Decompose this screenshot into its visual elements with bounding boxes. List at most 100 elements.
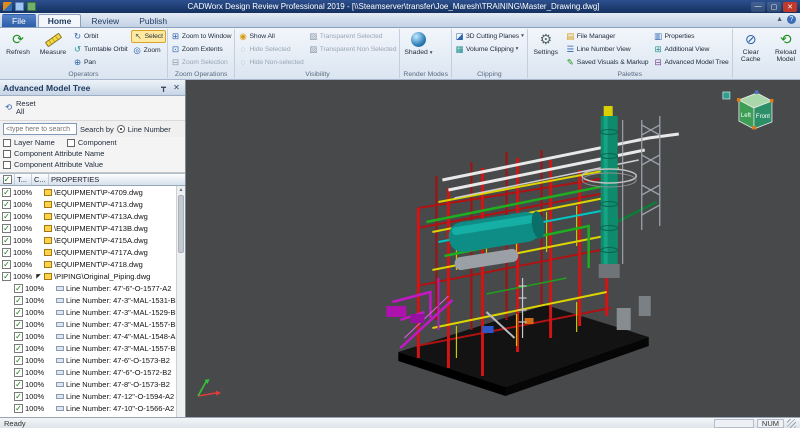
cutting-planes-button[interactable]: ◪ 3D Cutting Planes ▾ — [453, 30, 526, 42]
component-attr-name-checkbox[interactable] — [3, 150, 11, 158]
help-icon[interactable]: ? — [787, 15, 796, 24]
model-tree-row[interactable]: ✓ 100% ◤ \PIPING\Original_Piping.dwg — [0, 270, 176, 282]
row-checkbox[interactable]: ✓ — [14, 380, 23, 389]
model-tree-row[interactable]: ✓ 100% Line Number: 47-10"-O-1566-A2 — [0, 402, 176, 414]
search-input[interactable] — [3, 123, 77, 135]
row-checkbox[interactable]: ✓ — [2, 260, 11, 269]
viewcube-front-label[interactable]: Front — [756, 114, 770, 120]
panel-close-icon[interactable]: ✕ — [171, 83, 182, 92]
tab-file[interactable]: File — [2, 14, 36, 27]
pin-icon[interactable]: ┳ — [158, 83, 169, 92]
row-checkbox[interactable]: ✓ — [2, 200, 11, 209]
component-checkbox[interactable] — [67, 139, 75, 147]
maximize-icon[interactable]: ▢ — [767, 2, 781, 12]
reload-model-button[interactable]: ⟲ Reload Model — [769, 30, 800, 65]
row-percent: 100% — [25, 320, 45, 329]
row-checkbox[interactable]: ✓ — [14, 284, 23, 293]
model-tree-row[interactable]: ✓ 100% \EQUIPMENT\P-4715A.dwg — [0, 234, 176, 246]
layer-name-checkbox[interactable] — [3, 139, 11, 147]
row-checkbox[interactable]: ✓ — [14, 308, 23, 317]
row-checkbox[interactable]: ✓ — [2, 272, 11, 281]
orbit-button[interactable]: ↻ Orbit — [71, 30, 130, 42]
volume-clipping-button[interactable]: ▦ Volume Clipping ▾ — [453, 43, 526, 55]
model-tree-row[interactable]: ✓ 100% Line Number: 47-3"-MAL-1557-B3 — [0, 318, 176, 330]
viewport-3d[interactable]: Left Front — [186, 80, 800, 417]
clear-cache-button[interactable]: ⊘ Clear Cache — [734, 30, 768, 65]
measure-button[interactable]: Measure — [36, 30, 70, 57]
viewcube-left-label[interactable]: Left — [741, 113, 751, 119]
save-icon[interactable] — [15, 2, 24, 11]
component-attr-value-checkbox[interactable] — [3, 161, 11, 169]
turntable-orbit-button[interactable]: ↺ Turntable Orbit — [71, 43, 130, 55]
model-tree-row[interactable]: ✓ 100% Line Number: 47-4"-MAL-1548-A3 — [0, 330, 176, 342]
close-icon[interactable]: ✕ — [783, 2, 797, 12]
row-checkbox[interactable]: ✓ — [2, 212, 11, 221]
model-tree-row[interactable]: ✓ 100% Line Number: 47-3"-MAL-1531-B3 — [0, 294, 176, 306]
model-tree-row[interactable]: ✓ 100% \EQUIPMENT\P-4713.dwg — [0, 198, 176, 210]
pan-button[interactable]: ⊕ Pan — [71, 56, 130, 68]
tab-publish[interactable]: Publish — [129, 14, 177, 27]
row-checkbox[interactable]: ✓ — [2, 248, 11, 257]
advanced-model-tree-button[interactable]: ⊟ Advanced Model Tree — [652, 56, 731, 68]
transparent-non-selected-button[interactable]: ▨ Transparent Non Selected — [307, 43, 399, 55]
resize-grip[interactable] — [787, 419, 796, 428]
expand-icon[interactable]: ◤ — [35, 273, 42, 280]
additional-view-button[interactable]: ⊞ Additional View — [652, 43, 731, 55]
line-number-radio[interactable] — [117, 125, 125, 133]
reset-all-button[interactable]: ⟲ Reset All — [4, 100, 40, 117]
zoom-button[interactable]: ◎ Zoom — [131, 44, 166, 56]
line-number-view-button[interactable]: ☰ Line Number View — [564, 43, 651, 55]
row-checkbox[interactable]: ✓ — [14, 296, 23, 305]
model-tree-row[interactable]: ✓ 100% Line Number: 47'-6"-O-1572-B2 — [0, 366, 176, 378]
zoom-selection-button[interactable]: ⊟ Zoom Selection — [169, 56, 234, 68]
model-tree-row[interactable]: ✓ 100% Line Number: 47'-6"-O-1577-A2 — [0, 282, 176, 294]
minimize-icon[interactable]: — — [751, 2, 765, 12]
row-checkbox[interactable]: ✓ — [14, 392, 23, 401]
hide-selected-button[interactable]: ◌ Hide Selected — [236, 43, 305, 55]
transparent-selected-button[interactable]: ▨ Transparent Selected — [307, 30, 399, 42]
row-checkbox[interactable]: ✓ — [14, 344, 23, 353]
file-manager-button[interactable]: ▤ File Manager — [564, 30, 651, 42]
row-checkbox[interactable]: ✓ — [14, 404, 23, 413]
tab-home[interactable]: Home — [38, 14, 82, 27]
shaded-button[interactable]: Shaded ▾ — [401, 30, 435, 57]
row-checkbox[interactable]: ✓ — [14, 368, 23, 377]
row-checkbox[interactable]: ✓ — [2, 224, 11, 233]
column-transparency[interactable]: T... — [15, 174, 32, 185]
row-checkbox[interactable]: ✓ — [14, 332, 23, 341]
row-checkbox[interactable]: ✓ — [2, 188, 11, 197]
show-all-button[interactable]: ◉ Show All — [236, 30, 305, 42]
select-all-checkbox[interactable]: ✓ — [3, 175, 12, 184]
zoom-to-window-button[interactable]: ⊞ Zoom to Window — [169, 30, 234, 42]
zoom-extents-button[interactable]: ⊡ Zoom Extents — [169, 43, 234, 55]
undo-icon[interactable] — [27, 2, 36, 11]
settings-button[interactable]: ⚙ Settings — [529, 30, 563, 57]
hide-non-selected-button[interactable]: ◌ Hide Non-selected — [236, 56, 305, 68]
model-tree-row[interactable]: ✓ 100% Line Number: 47-8"-O-1573-B2 — [0, 378, 176, 390]
row-checkbox[interactable]: ✓ — [14, 320, 23, 329]
model-tree-row[interactable]: ✓ 100% Line Number: 47-6"-O-1573-B2 — [0, 354, 176, 366]
column-color[interactable]: C... — [32, 174, 49, 185]
row-label: Line Number: 47-4"-MAL-1548-A3 — [66, 332, 176, 341]
collapse-ribbon-icon[interactable]: ▲ — [776, 16, 783, 23]
scrollbar-thumb[interactable] — [178, 195, 184, 253]
column-properties[interactable]: PROPERTIES — [49, 174, 185, 185]
select-button[interactable]: ↖ Select — [131, 30, 166, 43]
model-tree-row[interactable]: ✓ 100% \EQUIPMENT\P-4709.dwg — [0, 186, 176, 198]
model-tree-row[interactable]: ✓ 100% Line Number: 47-3"-MAL-1529-B3 — [0, 306, 176, 318]
scroll-up-icon[interactable]: ▲ — [177, 186, 185, 195]
model-tree-row[interactable]: ✓ 100% \EQUIPMENT\P-4717A.dwg — [0, 246, 176, 258]
model-tree-row[interactable]: ✓ 100% Line Number: 47-12"-O-1594-A2 — [0, 390, 176, 402]
model-tree-row[interactable]: ✓ 100% \EQUIPMENT\P-4713B.dwg — [0, 222, 176, 234]
row-checkbox[interactable]: ✓ — [2, 236, 11, 245]
saved-visuals-markup-button[interactable]: ✎ Saved Visuals & Markup — [564, 56, 651, 68]
panel-scrollbar[interactable]: ▲ — [176, 186, 185, 417]
model-tree-row[interactable]: ✓ 100% \EQUIPMENT\P-4713A.dwg — [0, 210, 176, 222]
properties-button[interactable]: ▥ Properties — [652, 30, 731, 42]
row-checkbox[interactable]: ✓ — [14, 356, 23, 365]
refresh-button[interactable]: ⟳ Refresh — [1, 30, 35, 57]
model-tree-row[interactable]: ✓ 100% \EQUIPMENT\P-4718.dwg — [0, 258, 176, 270]
tab-review[interactable]: Review — [81, 14, 129, 27]
home-view-icon[interactable] — [723, 92, 730, 99]
model-tree-row[interactable]: ✓ 100% Line Number: 47-3"-MAL-1557-B3 — [0, 342, 176, 354]
